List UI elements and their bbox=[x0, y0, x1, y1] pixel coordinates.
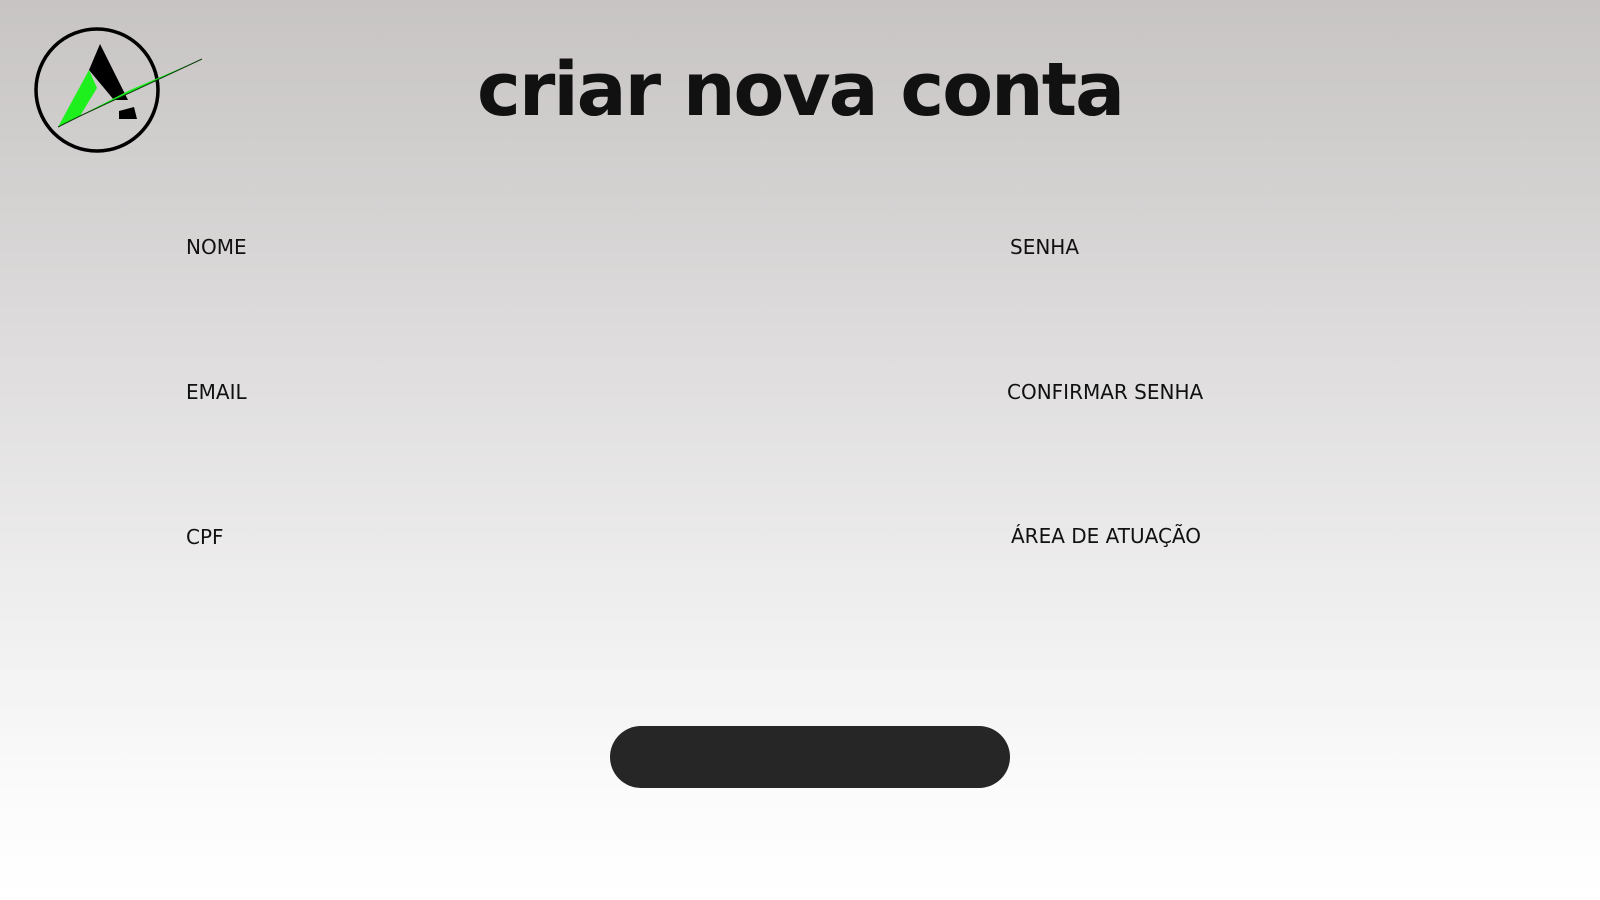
create-account-button[interactable] bbox=[610, 726, 1010, 788]
confirmar-senha-label: CONFIRMAR SENHA bbox=[1007, 380, 1204, 404]
senha-label: SENHA bbox=[1010, 235, 1080, 259]
nome-input[interactable] bbox=[182, 272, 802, 316]
page-title: criar nova conta bbox=[476, 47, 1125, 133]
area-atuacao-input[interactable] bbox=[1006, 562, 1446, 606]
email-input[interactable] bbox=[182, 417, 802, 461]
area-atuacao-label: ÁREA DE ATUAÇÃO bbox=[1011, 524, 1201, 548]
nome-label: NOME bbox=[186, 235, 247, 259]
cpf-label: CPF bbox=[186, 525, 224, 549]
email-label: EMAIL bbox=[186, 380, 247, 404]
senha-input[interactable] bbox=[1006, 272, 1446, 316]
confirmar-senha-input[interactable] bbox=[1006, 417, 1446, 461]
cpf-input[interactable] bbox=[182, 562, 802, 606]
